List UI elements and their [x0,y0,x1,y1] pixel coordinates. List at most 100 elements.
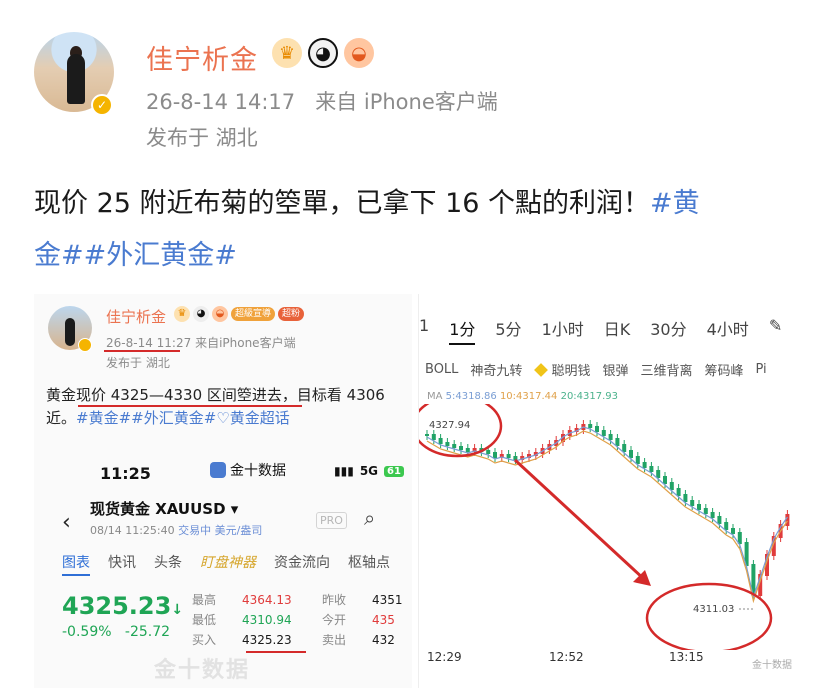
fish-icon: ◒ [212,306,228,322]
candle-body [425,434,429,436]
timeframe-tab-1min[interactable]: 1分 [449,316,476,345]
phone-clock: 11:25 [100,464,151,483]
candle-body [731,528,735,534]
embedded-text-end: 近。 [46,409,77,427]
watermark: 金十数据 [154,658,251,683]
draw-tool-icon[interactable]: ✎ [769,316,782,345]
timeframe-tab[interactable]: 30分 [650,316,686,345]
indicator-bar: BOLL 神奇九转 聪明钱 银弹 三维背离 筹码峰 Pi [425,360,767,379]
stat-value: 4364.13 [242,593,292,607]
symbol-title[interactable]: 现货黄金 XAUUSD ▾ [90,498,238,519]
embedded-location: 发布于 湖北 [106,356,170,370]
embedded-supertopic: ♡黄金超话 [216,409,290,427]
back-chevron-icon[interactable]: ‹ [62,510,71,535]
user-badges: ♛ ◕ ◒ [272,38,374,68]
trading-status: 交易中 [178,524,212,537]
ma10-value: 10:4317.44 [499,391,558,402]
stat-label: 昨收 [322,593,347,607]
tab-headlines[interactable]: 头条 [154,552,182,576]
post-text: 现价 25 附近布菊的箜單，已拿下 16 个點的利润！#黄 金##外汇黄金# [34,178,804,282]
embedded-text-line2: 近。#黄金##外汇黄金#♡黄金超话 [46,407,290,429]
price-low-label: 4311.03 [693,604,734,615]
timeframe-tab[interactable]: 1小时 [542,316,584,345]
candle-body [669,482,674,490]
network-label: 5G [359,464,379,478]
battery-icon: 61 [384,465,404,477]
timeframe-tab[interactable]: 日K [604,316,631,345]
candle-body [445,442,450,446]
embedded-hashtags: #黄金##外汇黄金# [76,409,217,427]
candle-body [588,424,593,428]
embedded-screenshot-chart[interactable]: 1 1分 5分 1小时 日K 30分 4小时 ✎ ⊞ BOLL 神奇九转 聪明钱… [418,294,800,688]
timeframe-tab[interactable]: 4小时 [707,316,749,345]
candle-body [486,450,491,454]
tab-chart[interactable]: 图表 [62,552,90,576]
candle-body [431,434,436,440]
embedded-verified-icon [78,338,92,352]
timeframe-tab[interactable]: 5分 [495,316,521,345]
super-badge: 超級宣導 [231,307,276,321]
candle-body [452,444,457,448]
tab-pivot[interactable]: 枢轴点 [348,552,390,576]
embedded-text: 黄金现价 4325—4330 区间箜进去，目标看 4306 [46,386,385,404]
change-absolute: -25.72 [124,624,171,640]
indicator-boll[interactable]: BOLL [425,362,458,377]
indicator-divergence[interactable]: 三维背离 [640,360,692,379]
fish-badge-icon[interactable]: ◒ [344,38,374,68]
ma-legend: MA 5:4318.86 10:4317.44 20:4317.93 [427,391,618,402]
signal-icon: ▮▮▮ [334,464,354,478]
panda-badge-icon[interactable]: ◕ [308,38,338,68]
candle-body [724,522,729,530]
embedded-timestamp: 26-8-14 11:27 [106,336,192,350]
avatar-figure [67,54,85,104]
user-name[interactable]: 佳宁析金 [146,38,258,77]
candle-body [622,444,627,452]
candle-body [601,430,606,436]
quote-datetime: 08/14 11:25:40 [90,524,175,537]
candlestick-chart[interactable]: 4327.94 4311.03 [419,404,800,650]
post-source: 来自 iPhone客户端 [315,90,498,114]
indicator-chips[interactable]: 筹码峰 [704,360,743,379]
diamond-icon [534,362,549,377]
stat-value: 432 [372,633,395,647]
stat-value: 435 [372,613,395,627]
red-arrow-line [513,458,647,582]
hashtag-gold[interactable]: #黄 [650,188,700,219]
stat-label: 最高 [192,593,217,607]
candle-body [683,494,688,502]
candle-body [642,462,647,468]
candle-body [717,516,722,524]
tab-flash[interactable]: 快讯 [108,552,136,576]
embedded-meta: 26-8-14 11:27 来自iPhone客户端 [106,334,296,351]
search-icon[interactable]: ⌕ [364,506,375,530]
indicator-more[interactable]: Pi [756,362,767,377]
red-underline-timestamp [104,350,180,352]
post-body: 现价 25 附近布菊的箜單，已拿下 16 个點的利润！ [34,188,651,219]
candle-body [676,488,681,496]
x-axis-label: 12:52 [549,650,584,664]
indicator-td9[interactable]: 神奇九转 [470,360,522,379]
quote-unit: 美元/盎司 [214,524,263,537]
candle-body [703,508,708,514]
ma5-value: 5:4318.86 [445,391,497,402]
tab-watch-tool[interactable]: 盯盘神器 [200,552,256,576]
timeframe-tab[interactable]: 1 [419,316,429,345]
embedded-screenshot-left[interactable]: 佳宁析金 ♛ ◕ ◒ 超級宣導 超粉 26-8-14 11:27 来自iPhon… [34,294,412,688]
embedded-badges: ♛ ◕ ◒ 超級宣導 超粉 [174,306,305,322]
candle-body [615,438,620,446]
ma10-line [426,430,788,604]
price-high-label: 4327.94 [429,420,470,431]
hashtag-forex-gold[interactable]: 金##外汇黄金# [34,240,237,271]
indicator-smart-money[interactable]: 聪明钱 [551,360,590,379]
ma-label: MA [427,391,443,402]
pro-button[interactable]: PRO [316,512,347,529]
indicator-silver[interactable]: 银弹 [602,360,628,379]
candles-group [425,420,790,600]
embedded-user-name: 佳宁析金 [106,308,167,326]
candle-body [656,470,661,478]
candle-body [465,448,470,452]
tab-fund-flow[interactable]: 资金流向 [274,552,330,576]
crown-badge-icon[interactable]: ♛ [272,38,302,68]
ma20-value: 20:4317.93 [560,391,619,402]
phone-tabs: 图表 快讯 头条 盯盘神器 资金流向 枢轴点 [62,552,390,576]
